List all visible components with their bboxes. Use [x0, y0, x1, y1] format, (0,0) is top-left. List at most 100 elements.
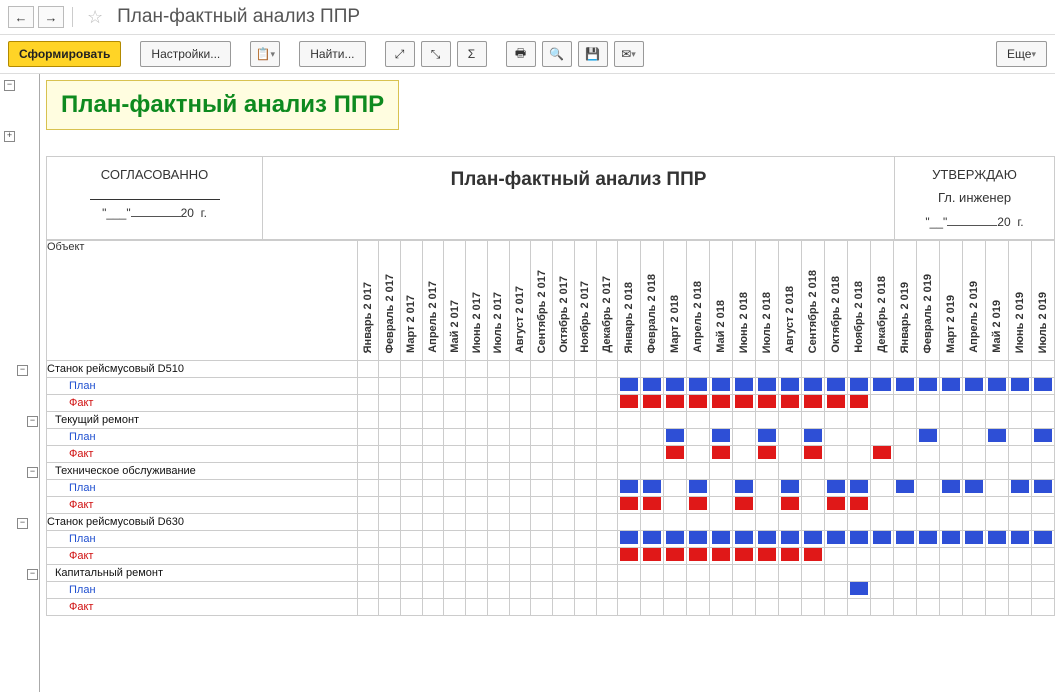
grid-cell: [574, 429, 596, 446]
copy-dropdown-button[interactable]: 📋: [250, 41, 280, 67]
grid-cell: [444, 514, 466, 531]
grid-cell: [641, 599, 664, 616]
row-toggle[interactable]: −: [27, 467, 38, 478]
grid-cell: [664, 463, 687, 480]
grid-cell: [531, 531, 553, 548]
grid-cell: [487, 395, 509, 412]
grid-cell: [962, 378, 985, 395]
plan-marker: [1034, 531, 1052, 544]
row-label: −Техническое обслуживание: [47, 463, 358, 480]
grid-cell: [596, 480, 618, 497]
grid-cell: [916, 565, 939, 582]
table-row: План: [47, 582, 1055, 599]
plan-marker: [873, 531, 891, 544]
outline-toggle[interactable]: −: [4, 80, 15, 91]
grid-cell: [487, 531, 509, 548]
fact-marker: [643, 548, 661, 561]
grid-cell: [916, 429, 939, 446]
back-button[interactable]: ←: [8, 6, 34, 28]
grid-cell: [664, 582, 687, 599]
plan-marker: [919, 378, 937, 391]
grid-cell: [916, 514, 939, 531]
grid-cell: [1008, 565, 1031, 582]
outline-toggle[interactable]: +: [4, 131, 15, 142]
nav-separator: [72, 7, 73, 27]
grid-cell: [687, 582, 710, 599]
grid-cell: [1008, 548, 1031, 565]
row-label: −Капитальный ремонт: [47, 565, 358, 582]
row-toggle[interactable]: −: [27, 569, 38, 580]
grid-cell: [779, 463, 802, 480]
grid-cell: [756, 378, 779, 395]
grid-cell: [357, 531, 379, 548]
plan-fact-grid: Объект Январь 2 017Февраль 2 017Март 2 0…: [46, 240, 1055, 616]
plan-marker: [896, 531, 914, 544]
grid-cell: [422, 412, 444, 429]
grid-cell: [939, 497, 962, 514]
grid-cell: [641, 429, 664, 446]
grid-cell: [422, 463, 444, 480]
agreed-block: СОГЛАСОВАННО "___"20 г.: [47, 157, 263, 240]
grid-cell: [1008, 480, 1031, 497]
grid-cell: [641, 361, 664, 378]
grid-cell: [553, 548, 575, 565]
grid-cell: [618, 565, 641, 582]
row-label: Факт: [47, 395, 358, 412]
row-toggle[interactable]: −: [27, 416, 38, 427]
row-toggle[interactable]: −: [17, 518, 28, 529]
row-label: Факт: [47, 548, 358, 565]
grid-cell: [379, 565, 401, 582]
find-button[interactable]: Найти...: [299, 41, 365, 67]
grid-cell: [893, 361, 916, 378]
grid-cell: [531, 497, 553, 514]
fact-marker: [735, 395, 753, 408]
plan-marker: [1034, 480, 1052, 493]
sum-button[interactable]: Σ: [457, 41, 487, 67]
grid-cell: [531, 514, 553, 531]
grid-cell: [802, 514, 825, 531]
grid-cell: [710, 582, 733, 599]
grid-cell: [848, 531, 871, 548]
grid-cell: [985, 497, 1008, 514]
grid-cell: [916, 378, 939, 395]
mail-dropdown-button[interactable]: ✉: [614, 41, 644, 67]
grid-cell: [710, 395, 733, 412]
grid-cell: [733, 412, 756, 429]
grid-cell: [939, 378, 962, 395]
grid-cell: [687, 463, 710, 480]
row-label: План: [47, 480, 358, 497]
expand-groups-button[interactable]: ⤢: [385, 41, 415, 67]
grid-cell: [779, 446, 802, 463]
grid-cell: [664, 599, 687, 616]
grid-cell: [596, 599, 618, 616]
more-button[interactable]: Еще: [996, 41, 1047, 67]
grid-cell: [1008, 395, 1031, 412]
grid-cell: [596, 412, 618, 429]
collapse-groups-button[interactable]: ⤡: [421, 41, 451, 67]
preview-button[interactable]: 🔍: [542, 41, 572, 67]
row-toggle[interactable]: −: [17, 365, 28, 376]
save-button[interactable]: 💾: [578, 41, 608, 67]
grid-cell: [916, 497, 939, 514]
grid-cell: [893, 514, 916, 531]
plan-marker: [942, 378, 960, 391]
grid-cell: [422, 480, 444, 497]
grid-cell: [379, 497, 401, 514]
grid-cell: [985, 514, 1008, 531]
forward-button[interactable]: →: [38, 6, 64, 28]
favorite-star-icon[interactable]: ☆: [87, 7, 103, 28]
grid-cell: [574, 378, 596, 395]
settings-button[interactable]: Настройки...: [140, 41, 231, 67]
grid-cell: [848, 395, 871, 412]
plan-marker: [689, 378, 707, 391]
print-button[interactable]: 🖶: [506, 41, 536, 67]
grid-cell: [466, 497, 488, 514]
grid-cell: [962, 582, 985, 599]
grid-cell: [710, 412, 733, 429]
grid-cell: [379, 480, 401, 497]
row-label: Факт: [47, 446, 358, 463]
fact-marker: [689, 497, 707, 510]
generate-button[interactable]: Сформировать: [8, 41, 121, 67]
approve-role: Гл. инженер: [911, 190, 1038, 205]
fact-marker: [666, 446, 684, 459]
